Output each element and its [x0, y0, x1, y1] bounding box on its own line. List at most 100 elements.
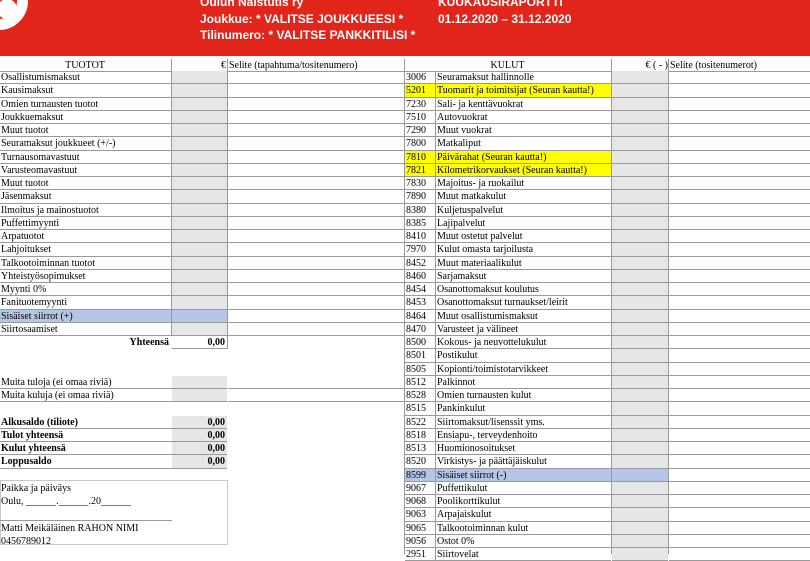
expense-amount-input[interactable]	[612, 283, 668, 297]
income-note-input[interactable]	[228, 98, 404, 111]
income-amount-input[interactable]	[172, 230, 227, 244]
expense-amount-input[interactable]	[612, 243, 668, 257]
income-amount-input[interactable]	[172, 190, 227, 204]
expense-amount-input[interactable]	[612, 230, 668, 244]
income-amount-input[interactable]	[172, 137, 227, 151]
expense-amount-input[interactable]	[612, 495, 668, 509]
income-note-input[interactable]	[228, 124, 404, 138]
expense-amount-input[interactable]	[612, 97, 668, 111]
expense-amount-input[interactable]	[612, 362, 668, 376]
expense-note-input[interactable]	[669, 164, 810, 178]
expense-amount-input[interactable]	[612, 190, 668, 204]
expense-note-input[interactable]	[669, 257, 810, 270]
expense-amount-input[interactable]	[612, 508, 668, 522]
expense-note-input[interactable]	[669, 98, 810, 111]
expense-amount-input[interactable]	[612, 110, 668, 125]
expense-note-input[interactable]	[669, 111, 810, 125]
expense-amount-input[interactable]	[612, 375, 668, 390]
income-note-input[interactable]	[228, 84, 404, 98]
income-note-input[interactable]	[228, 310, 404, 323]
expense-amount-input[interactable]	[612, 468, 668, 482]
expense-amount-input[interactable]	[612, 534, 668, 549]
expense-note-input[interactable]	[669, 217, 810, 231]
expense-amount-input[interactable]	[612, 442, 668, 456]
expense-amount-input[interactable]	[612, 309, 668, 323]
income-amount-input[interactable]	[172, 71, 227, 85]
expense-amount-input[interactable]	[612, 137, 668, 151]
expense-amount-input[interactable]	[612, 322, 668, 337]
income-amount-input[interactable]	[172, 84, 227, 98]
income-amount-input[interactable]	[172, 296, 227, 310]
expense-amount-input[interactable]	[612, 296, 668, 310]
other-amount-input[interactable]	[172, 375, 227, 390]
team-select[interactable]: Joukkue: * VALITSE JOUKKUEESI *	[200, 12, 403, 26]
other-note-input[interactable]	[228, 389, 404, 403]
expense-amount-input[interactable]	[612, 415, 668, 429]
income-note-input[interactable]	[228, 190, 404, 204]
income-note-input[interactable]	[228, 151, 404, 164]
income-amount-input[interactable]	[172, 256, 227, 270]
expense-amount-input[interactable]	[612, 84, 668, 98]
expense-amount-input[interactable]	[612, 402, 668, 416]
income-note-input[interactable]	[228, 217, 404, 231]
income-amount-input[interactable]	[172, 163, 227, 178]
income-amount-input[interactable]	[172, 216, 227, 231]
expense-amount-input[interactable]	[612, 269, 668, 284]
expense-note-input[interactable]	[669, 296, 810, 310]
income-amount-input[interactable]	[172, 283, 227, 297]
income-amount-input[interactable]	[172, 124, 227, 138]
expense-amount-input[interactable]	[612, 455, 668, 469]
expense-note-input[interactable]	[669, 535, 810, 549]
income-note-input[interactable]	[228, 71, 404, 85]
expense-note-input[interactable]	[669, 522, 810, 535]
expense-note-input[interactable]	[669, 376, 810, 390]
expense-amount-input[interactable]	[612, 548, 668, 561]
expense-amount-input[interactable]	[612, 163, 668, 178]
expense-note-input[interactable]	[669, 336, 810, 350]
expense-note-input[interactable]	[669, 363, 810, 376]
expense-note-input[interactable]	[669, 137, 810, 151]
expense-note-input[interactable]	[669, 310, 810, 323]
expense-amount-input[interactable]	[612, 481, 668, 496]
expense-amount-input[interactable]	[612, 203, 668, 217]
expense-note-input[interactable]	[669, 151, 810, 164]
income-note-input[interactable]	[228, 137, 404, 151]
expense-note-input[interactable]	[669, 508, 810, 522]
income-amount-input[interactable]	[172, 97, 227, 111]
income-amount-input[interactable]	[172, 150, 227, 164]
expense-amount-input[interactable]	[612, 71, 668, 85]
expense-note-input[interactable]	[669, 495, 810, 509]
other-amount-input[interactable]	[172, 389, 227, 403]
income-amount-input[interactable]	[172, 203, 227, 217]
income-amount-input[interactable]	[172, 269, 227, 284]
expense-note-input[interactable]	[669, 124, 810, 138]
expense-amount-input[interactable]	[612, 428, 668, 443]
expense-note-input[interactable]	[669, 349, 810, 363]
expense-amount-input[interactable]	[612, 256, 668, 270]
expense-note-input[interactable]	[669, 323, 810, 337]
expense-note-input[interactable]	[669, 230, 810, 244]
income-note-input[interactable]	[228, 243, 404, 257]
expense-note-input[interactable]	[669, 71, 810, 85]
expense-note-input[interactable]	[669, 84, 810, 98]
expense-amount-input[interactable]	[612, 521, 668, 535]
income-note-input[interactable]	[228, 111, 404, 125]
income-amount-input[interactable]	[172, 110, 227, 125]
expense-amount-input[interactable]	[612, 336, 668, 350]
expense-note-input[interactable]	[669, 177, 810, 191]
income-note-input[interactable]	[228, 204, 404, 217]
income-note-input[interactable]	[228, 283, 404, 297]
income-note-input[interactable]	[228, 164, 404, 178]
expense-amount-input[interactable]	[612, 389, 668, 403]
expense-amount-input[interactable]	[612, 177, 668, 191]
expense-amount-input[interactable]	[612, 124, 668, 138]
income-amount-input[interactable]	[172, 243, 227, 257]
expense-note-input[interactable]	[669, 402, 810, 416]
income-note-input[interactable]	[228, 323, 404, 337]
account-select[interactable]: Tilinumero: * VALITSE PANKKITILISI *	[200, 28, 415, 42]
expense-note-input[interactable]	[669, 190, 810, 204]
income-note-input[interactable]	[228, 257, 404, 270]
expense-note-input[interactable]	[669, 416, 810, 429]
income-amount-input[interactable]	[172, 309, 227, 323]
place-date-field[interactable]: Oulu, ______.______.20______	[0, 495, 226, 508]
